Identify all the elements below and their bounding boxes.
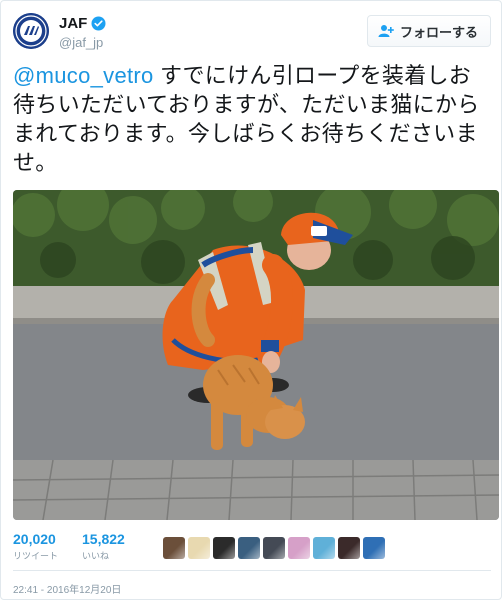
tweet-photo[interactable] [13,190,499,520]
retweet-count: 20,020 [13,531,56,547]
engagement-stats: 20,020 リツイート 15,822 いいね [13,531,125,562]
author-info: JAF @jaf_jp [59,15,106,50]
liker-avatar[interactable] [363,537,385,559]
follow-button-label: フォローする [399,24,478,40]
author-name-row[interactable]: JAF [59,15,106,32]
like-label: いいね [82,551,110,561]
liker-avatar[interactable] [238,537,260,559]
author-avatar[interactable] [13,13,49,49]
mention-link[interactable]: @muco_vetro [13,63,154,88]
tweet-text: @muco_vetro すでにけん引ロープを装着しお待ちいただいておりますが、た… [13,61,491,177]
liker-avatar[interactable] [338,537,360,559]
liker-avatar[interactable] [313,537,335,559]
author-handle[interactable]: @jaf_jp [59,35,106,50]
liker-avatar[interactable] [188,537,210,559]
retweet-stat[interactable]: 20,020 リツイート [13,531,58,562]
divider [13,570,491,571]
liker-avatar[interactable] [263,537,285,559]
liker-avatar[interactable] [213,537,235,559]
follow-button[interactable]: フォローする [366,15,491,47]
add-user-icon [378,25,394,37]
like-stat[interactable]: 15,822 いいね [82,531,125,562]
liker-avatar[interactable] [288,537,310,559]
liker-avatars [163,537,385,559]
liker-avatar[interactable] [163,537,185,559]
verified-badge-icon [91,16,106,31]
retweet-label: リツイート [13,551,59,561]
tweet-timestamp[interactable]: 22:41 - 2016年12月20日 [13,581,121,596]
photo-worker-with-cat [13,190,499,520]
like-count: 15,822 [82,531,125,547]
jaf-logo-icon [13,13,49,49]
author-display-name[interactable]: JAF [59,15,87,32]
tweet-card: JAF @jaf_jp フォローする @muco_vetro すでにけん引ロープ… [0,0,502,600]
